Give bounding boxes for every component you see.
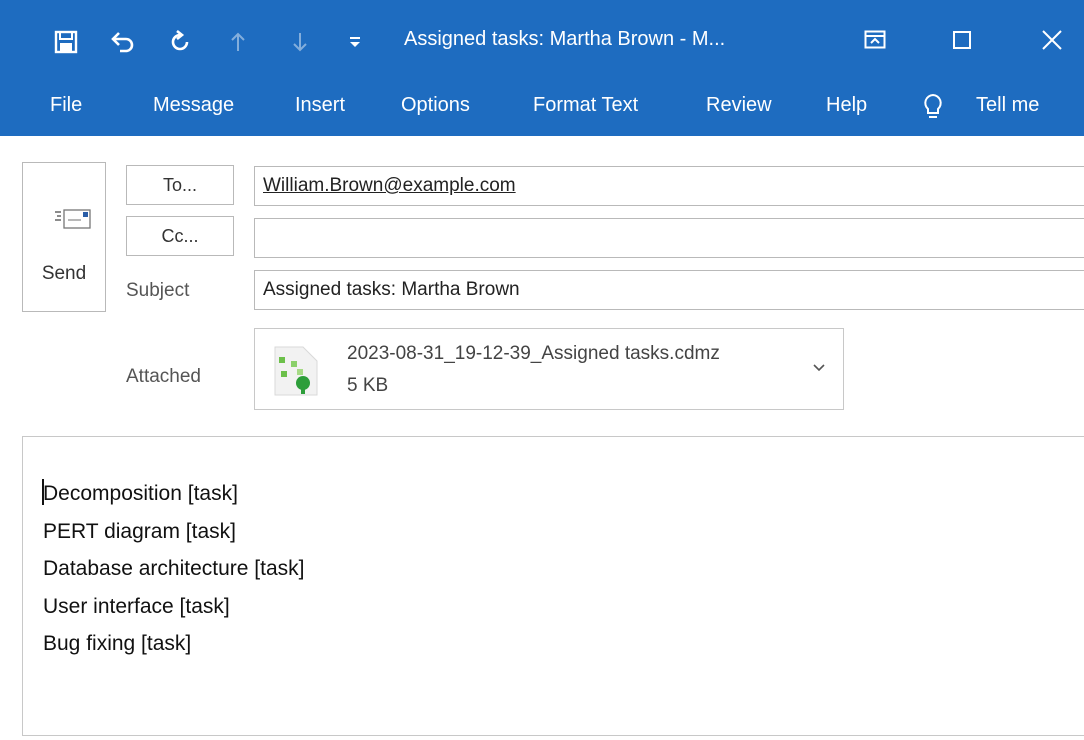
save-icon[interactable] (52, 28, 80, 56)
ribbon-tabs: File Message Insert Options Format Text … (0, 78, 1084, 136)
subject-label: Subject (126, 280, 190, 301)
tab-file[interactable]: File (50, 94, 82, 117)
body-line: Database architecture [task] (43, 557, 305, 580)
attachment-name: 2023-08-31_19-12-39_Assigned tasks.cdmz (347, 343, 720, 364)
cc-button[interactable]: Cc... (126, 216, 234, 256)
lightbulb-icon[interactable] (920, 92, 946, 122)
redo-icon[interactable] (166, 28, 194, 56)
message-body[interactable]: Decomposition [task] PERT diagram [task]… (22, 436, 1084, 736)
up-arrow-icon[interactable] (226, 28, 250, 56)
to-field[interactable]: William.Brown@example.com (254, 166, 1084, 206)
body-text: Decomposition [task] PERT diagram [task]… (43, 475, 304, 663)
attached-label: Attached (126, 366, 201, 387)
window-title: Assigned tasks: Martha Brown - M... (404, 28, 726, 50)
cdmz-file-icon (273, 345, 319, 402)
tab-insert[interactable]: Insert (295, 94, 345, 117)
send-label: Send (41, 263, 87, 284)
ribbon-display-options-icon[interactable] (860, 26, 890, 54)
tell-me-search[interactable]: Tell me (976, 94, 1039, 117)
body-line: Decomposition [task] (43, 482, 238, 505)
attachment-size: 5 KB (347, 375, 389, 396)
chevron-down-icon[interactable] (813, 359, 825, 375)
tab-review[interactable]: Review (706, 94, 772, 117)
close-icon[interactable] (1038, 26, 1066, 54)
undo-icon[interactable] (108, 28, 138, 56)
customize-qat-icon[interactable] (344, 30, 366, 54)
to-recipient[interactable]: William.Brown@example.com (263, 175, 516, 197)
to-button[interactable]: To... (126, 165, 234, 205)
body-line: User interface [task] (43, 594, 230, 618)
attachment-item[interactable]: 2023-08-31_19-12-39_Assigned tasks.cdmz … (254, 328, 844, 410)
tab-help[interactable]: Help (826, 94, 867, 117)
title-bar: Assigned tasks: Martha Brown - M... (0, 0, 1084, 78)
subject-value: Assigned tasks: Martha Brown (263, 279, 520, 300)
send-button[interactable]: Send (22, 162, 106, 312)
send-icon (53, 207, 105, 238)
cc-field[interactable] (254, 218, 1084, 258)
maximize-icon[interactable] (948, 26, 976, 54)
body-line: Bug fixing [task] (43, 632, 192, 655)
body-line: PERT diagram [task] (43, 519, 236, 543)
down-arrow-icon[interactable] (288, 28, 312, 56)
tab-options[interactable]: Options (401, 94, 470, 117)
tab-format-text[interactable]: Format Text (533, 94, 638, 117)
subject-field[interactable]: Assigned tasks: Martha Brown (254, 270, 1084, 310)
tab-message[interactable]: Message (153, 94, 234, 117)
